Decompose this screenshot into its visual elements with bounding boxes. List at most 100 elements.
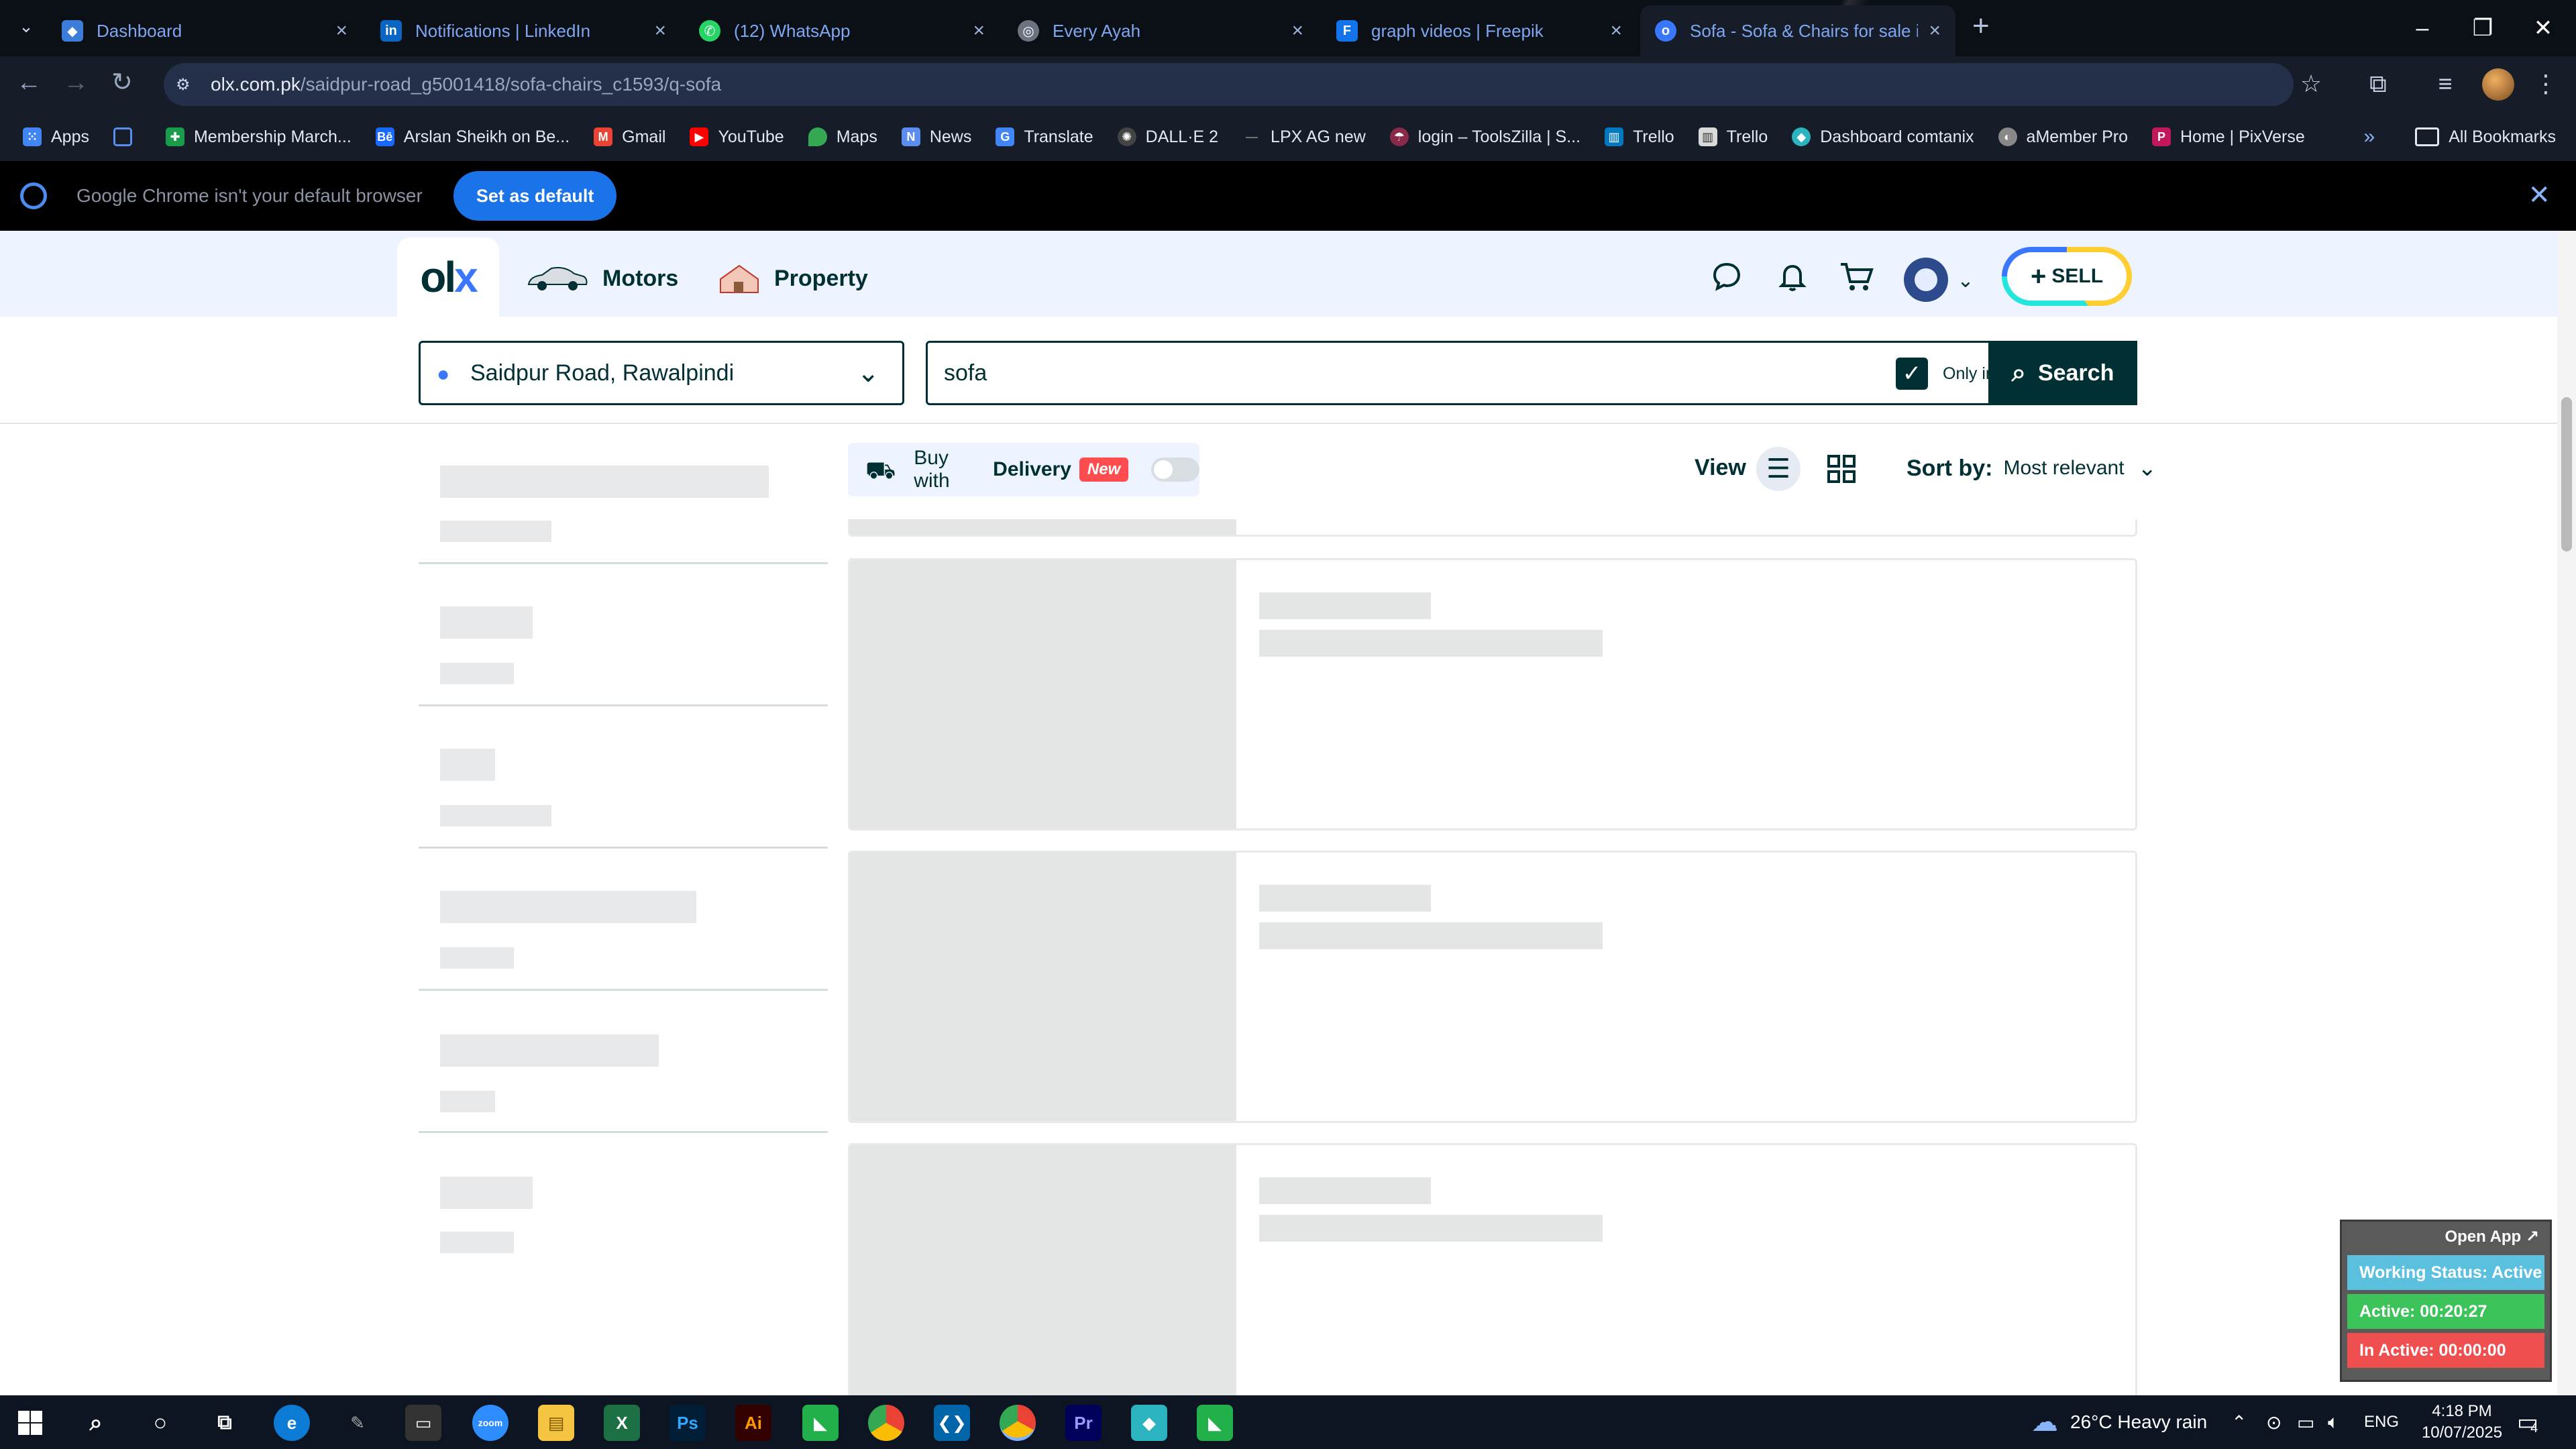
tab-linkedin[interactable]: in Notifications | LinkedIn ×	[366, 5, 681, 56]
sell-button[interactable]: + SELL	[2002, 247, 2132, 306]
network-icon[interactable]: ▭	[2297, 1395, 2314, 1449]
buy-with-delivery-filter[interactable]: ⛟ Buy with Delivery New	[848, 443, 1199, 496]
bookmark-translate[interactable]: G Translate	[996, 127, 1093, 147]
set-as-default-button[interactable]: Set as default	[453, 171, 617, 221]
chevron-down-icon[interactable]: ⌄	[1947, 262, 1984, 299]
filter-skeleton-line	[440, 1232, 514, 1253]
forward-arrow-icon[interactable]: →	[63, 68, 89, 97]
pen-icon[interactable]: ✎	[339, 1405, 376, 1441]
close-icon[interactable]: ×	[1291, 19, 1303, 42]
chat-icon[interactable]	[1708, 258, 1746, 295]
back-arrow-icon[interactable]: ←	[16, 68, 42, 97]
profile-avatar[interactable]	[2482, 68, 2514, 101]
excel-icon[interactable]: X	[604, 1405, 640, 1441]
media-controls-icon[interactable]: ≡	[2428, 67, 2462, 101]
bookmark-news[interactable]: N News	[901, 127, 971, 147]
bookmark-trello[interactable]: ▥ Trello	[1605, 127, 1674, 147]
address-bar[interactable]: olx.com.pk/saidpur-road_g5001418/sofa-ch…	[164, 63, 2294, 106]
close-icon[interactable]: ×	[654, 19, 666, 42]
bookmark-trello-alt[interactable]: ▥ Trello	[1698, 127, 1768, 147]
search-input[interactable]: sofa ✓ Only in Sofa & Chairs	[926, 341, 2137, 405]
bookmark-grid[interactable]	[113, 127, 142, 146]
grid-view-icon[interactable]	[1819, 447, 1864, 491]
chrome-active-icon[interactable]	[1000, 1405, 1036, 1441]
language-indicator[interactable]: ENG	[2364, 1395, 2399, 1449]
tab-whatsapp[interactable]: ✆ (12) WhatsApp ×	[684, 5, 1000, 56]
green-app-2-icon[interactable]: ◣	[1197, 1405, 1233, 1441]
volume-icon[interactable]: 🔈︎	[2328, 1395, 2339, 1449]
bookmark-toolszilla[interactable]: ☂ login – ToolsZilla | S...	[1389, 127, 1580, 147]
bookmark-membership[interactable]: ✚ Membership March...	[165, 127, 352, 147]
tab-olx-sofa[interactable]: o Sofa - Sofa & Chairs for sale in ×	[1640, 5, 1955, 56]
close-icon[interactable]: ×	[335, 19, 347, 42]
bookmark-comtanix[interactable]: ◆ Dashboard comtanix	[1792, 127, 1974, 147]
close-window-icon[interactable]: ✕	[2513, 0, 2573, 56]
task-view-icon[interactable]: ⧉	[207, 1405, 243, 1441]
minimize-window-icon[interactable]: –	[2392, 0, 2453, 56]
tab-every-ayah[interactable]: ◎ Every Ayah ×	[1003, 5, 1318, 56]
cortana-icon[interactable]: ○	[142, 1405, 178, 1441]
tab-freepik[interactable]: F graph videos | Freepik ×	[1322, 5, 1637, 56]
user-avatar[interactable]	[1904, 258, 1948, 302]
search-button[interactable]: ⌕ Search	[1988, 341, 2137, 405]
bell-icon[interactable]	[1774, 258, 1811, 295]
cart-icon[interactable]	[1838, 258, 1876, 295]
bookmark-star-icon[interactable]: ☆	[2294, 67, 2328, 101]
photoshop-icon[interactable]: Ps	[669, 1405, 706, 1441]
category-property[interactable]: Property	[718, 263, 868, 294]
close-icon[interactable]: ×	[973, 19, 985, 42]
bookmark-lpx[interactable]: — LPX AG new	[1242, 127, 1366, 147]
tab-dashboard[interactable]: ◆ Dashboard ×	[47, 5, 362, 56]
bookmark-dalle[interactable]: ✺ DALL·E 2	[1117, 127, 1218, 147]
close-icon[interactable]: ×	[1929, 19, 1941, 42]
comtanix-app-icon[interactable]: ◆	[1131, 1405, 1167, 1441]
illustrator-icon[interactable]: Ai	[735, 1405, 771, 1441]
category-motors[interactable]: Motors	[525, 263, 678, 294]
site-info-icon[interactable]: ⚙	[176, 75, 195, 94]
bookmark-pixverse[interactable]: P Home | PixVerse	[2152, 127, 2305, 147]
page-scrollbar[interactable]	[2557, 231, 2576, 1395]
close-icon[interactable]: ✕	[2528, 180, 2551, 211]
tab-search-chevron-icon[interactable]: ⌄	[12, 12, 40, 40]
open-app-link[interactable]: Open App ↗	[2347, 1227, 2544, 1251]
extensions-icon[interactable]: ⧉	[2361, 67, 2395, 101]
file-explorer-icon[interactable]: ▤	[538, 1405, 574, 1441]
bookmark-amember[interactable]: ◐ aMember Pro	[1998, 127, 2128, 147]
bookmark-behance[interactable]: Bē Arslan Sheikh on Be...	[375, 127, 570, 147]
zoom-icon[interactable]: zoom	[472, 1405, 508, 1441]
bookmark-apps[interactable]: ⁙ Apps	[23, 127, 89, 147]
premiere-icon[interactable]: Pr	[1065, 1405, 1102, 1441]
search-icon[interactable]: ⌕	[78, 1405, 114, 1441]
all-bookmarks-link[interactable]: All Bookmarks	[2449, 127, 2556, 147]
system-clock[interactable]: 4:18 PM 10/07/2025	[2415, 1401, 2509, 1444]
translate-icon: G	[996, 127, 1015, 146]
bookmark-youtube[interactable]: ▶ YouTube	[690, 127, 784, 147]
scrollbar-thumb[interactable]	[2561, 397, 2572, 551]
tray-chevron-up-icon[interactable]: ⌃	[2231, 1395, 2247, 1449]
bookmark-gmail[interactable]: M Gmail	[594, 127, 665, 147]
bookmark-maps[interactable]: Maps	[808, 127, 877, 147]
chrome-icon[interactable]	[868, 1405, 904, 1441]
vscode-icon[interactable]: ❮❯	[934, 1405, 970, 1441]
olx-logo[interactable]: ol x	[397, 237, 499, 317]
notifications-icon[interactable]: ▭ 4	[2517, 1395, 2538, 1449]
sort-dropdown[interactable]: Sort by: Most relevant ⌄	[1907, 455, 2157, 482]
green-app-icon[interactable]: ◣	[802, 1405, 839, 1441]
chevron-double-right-icon[interactable]: »	[2364, 125, 2375, 148]
restore-window-icon[interactable]: ❐	[2453, 0, 2513, 56]
car-icon	[527, 267, 588, 290]
close-icon[interactable]: ×	[1610, 19, 1622, 42]
reload-icon[interactable]: ↻	[111, 67, 133, 97]
location-select[interactable]: ● Saidpur Road, Rawalpindi ⌄	[419, 341, 904, 405]
chevron-down-icon: ⌄	[857, 358, 879, 388]
meet-icon[interactable]: ⊙	[2266, 1395, 2282, 1449]
windows-start-icon[interactable]	[12, 1405, 48, 1441]
edge-icon[interactable]: e	[274, 1405, 310, 1441]
delivery-toggle[interactable]	[1151, 458, 1199, 482]
tab-title: Dashboard	[97, 20, 182, 41]
terminal-icon[interactable]: ▭	[405, 1405, 441, 1441]
more-menu-icon[interactable]: ⋮	[2529, 67, 2563, 101]
list-view-icon[interactable]: ☰	[1756, 447, 1801, 491]
weather-widget[interactable]: ☁ 26°C Heavy rain	[2031, 1395, 2207, 1449]
new-tab-plus-icon[interactable]: +	[1972, 9, 1990, 43]
